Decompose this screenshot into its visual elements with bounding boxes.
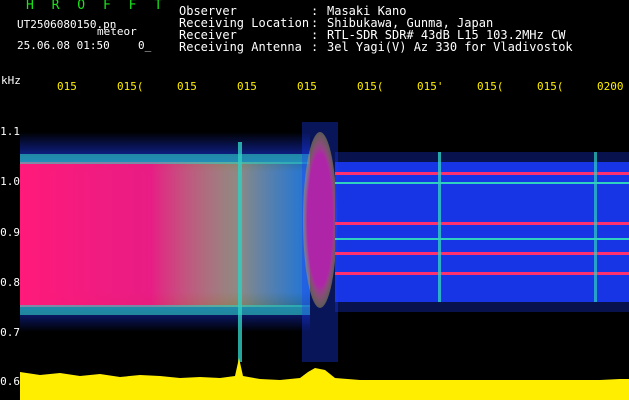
meteor-trace — [238, 142, 242, 362]
noise-band-right-edge — [335, 152, 629, 312]
y-label: 0.6 — [0, 375, 20, 388]
carrier-line — [335, 172, 629, 175]
meta-label-antenna: Receiving Antenna — [179, 40, 302, 54]
y-label: 0.9 — [0, 226, 20, 239]
meta-value-antenna: 3el Yagi(V) Az 330 for Vladivostok — [327, 40, 573, 54]
y-label: 1.1 — [0, 125, 20, 138]
meteor-trace — [594, 152, 597, 302]
y-label: 0.7 — [0, 326, 20, 339]
signal-band-left — [20, 162, 310, 307]
carrier-line — [335, 238, 629, 240]
spectrogram — [20, 122, 629, 400]
count-value: 0_ — [138, 39, 152, 52]
power-trace — [20, 358, 629, 400]
carrier-line — [335, 252, 629, 255]
datetime: 25.06.08 01:50 — [17, 39, 110, 52]
meteor-trace — [438, 152, 441, 302]
carrier-line — [335, 272, 629, 275]
y-label: 0.8 — [0, 276, 20, 289]
y-label: 1.0 — [0, 175, 20, 188]
blob-halo — [302, 122, 338, 362]
event-tag: meteor — [97, 25, 137, 38]
axis-unit: kHz — [1, 74, 21, 87]
meta-sep: : — [311, 40, 319, 54]
signal-edge-bottom — [20, 305, 310, 315]
carrier-line — [335, 182, 629, 184]
carrier-line — [335, 222, 629, 225]
signal-edge-top — [20, 154, 310, 164]
brand-title: H R O F F T — [26, 0, 168, 13]
